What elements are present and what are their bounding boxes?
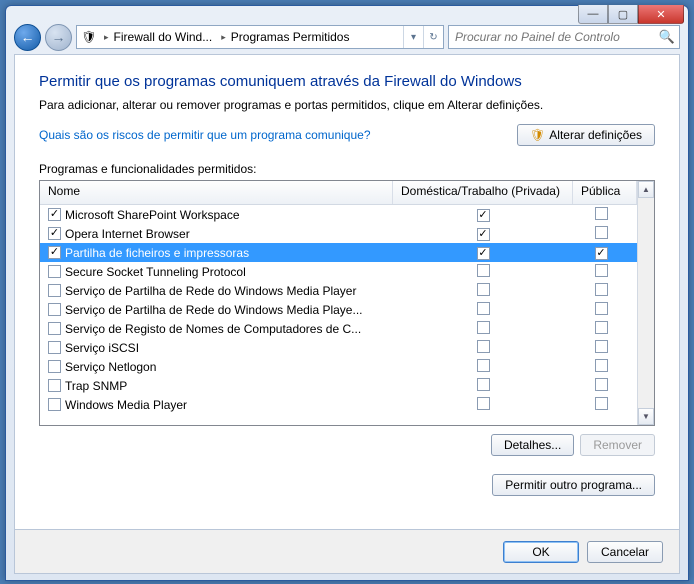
firewall-window: — ▢ ✕ ← → 🛡 ▸ Firewall do Wind... ▸ Prog… bbox=[5, 5, 689, 581]
checkbox[interactable] bbox=[48, 265, 61, 278]
table-row[interactable]: ✓ Opera Internet Browser ✓ bbox=[40, 224, 637, 243]
checkbox[interactable] bbox=[48, 322, 61, 335]
program-name: Serviço Netlogon bbox=[65, 360, 156, 374]
shield-icon: 🛡 bbox=[530, 128, 545, 142]
checkbox[interactable] bbox=[477, 321, 490, 334]
checkbox[interactable] bbox=[48, 398, 61, 411]
change-settings-button[interactable]: 🛡 Alterar definições bbox=[517, 124, 655, 146]
grid-header: Nome Doméstica/Trabalho (Privada) Públic… bbox=[40, 181, 637, 205]
checkbox[interactable] bbox=[48, 341, 61, 354]
search-box[interactable]: 🔍 bbox=[448, 25, 680, 49]
checkbox[interactable] bbox=[477, 264, 490, 277]
content-pane: Permitir que os programas comuniquem atr… bbox=[14, 54, 680, 530]
checkbox[interactable] bbox=[595, 340, 608, 353]
table-row[interactable]: Secure Socket Tunneling Protocol bbox=[40, 262, 637, 281]
program-name: Serviço de Partilha de Rede do Windows M… bbox=[65, 284, 356, 298]
address-bar[interactable]: 🛡 ▸ Firewall do Wind... ▸ Programas Perm… bbox=[76, 25, 444, 49]
checkbox[interactable] bbox=[595, 264, 608, 277]
table-row[interactable]: Windows Media Player bbox=[40, 395, 637, 414]
program-name: Windows Media Player bbox=[65, 398, 187, 412]
grid-body: ✓ Microsoft SharePoint Workspace ✓ ✓ Opera I… bbox=[40, 205, 637, 425]
table-row[interactable]: Serviço de Registo de Nomes de Computado… bbox=[40, 319, 637, 338]
minimize-button[interactable]: — bbox=[578, 5, 608, 24]
checkbox[interactable] bbox=[595, 283, 608, 296]
table-row[interactable]: Serviço iSCSI bbox=[40, 338, 637, 357]
checkbox[interactable]: ✓ bbox=[477, 228, 490, 241]
checkbox[interactable] bbox=[48, 303, 61, 316]
checkbox[interactable]: ✓ bbox=[48, 227, 61, 240]
cancel-button[interactable]: Cancelar bbox=[587, 541, 663, 563]
scrollbar[interactable]: ▲ ▼ bbox=[637, 181, 654, 425]
checkbox[interactable] bbox=[595, 226, 608, 239]
col-private[interactable]: Doméstica/Trabalho (Privada) bbox=[393, 181, 573, 204]
checkbox[interactable] bbox=[477, 283, 490, 296]
checkbox[interactable] bbox=[48, 360, 61, 373]
checkbox[interactable] bbox=[595, 359, 608, 372]
program-name: Trap SNMP bbox=[65, 379, 127, 393]
table-row[interactable]: Serviço de Partilha de Rede do Windows M… bbox=[40, 281, 637, 300]
program-name: Secure Socket Tunneling Protocol bbox=[65, 265, 246, 279]
col-public[interactable]: Pública bbox=[573, 181, 637, 204]
breadcrumb-chevron-icon[interactable]: ▸ bbox=[218, 32, 229, 43]
program-name: Microsoft SharePoint Workspace bbox=[65, 208, 240, 222]
checkbox[interactable] bbox=[595, 378, 608, 391]
details-button[interactable]: Detalhes... bbox=[491, 434, 574, 456]
table-row[interactable]: ✓ Partilha de ficheiros e impressoras ✓ ✓ bbox=[40, 243, 637, 262]
checkbox[interactable] bbox=[595, 302, 608, 315]
search-input[interactable] bbox=[453, 29, 659, 45]
remove-button: Remover bbox=[580, 434, 655, 456]
checkbox[interactable] bbox=[595, 397, 608, 410]
checkbox[interactable] bbox=[477, 302, 490, 315]
program-name: Serviço de Partilha de Rede do Windows M… bbox=[65, 303, 363, 317]
program-name: Serviço iSCSI bbox=[65, 341, 139, 355]
change-settings-label: Alterar definições bbox=[549, 128, 642, 142]
page-title: Permitir que os programas comuniquem atr… bbox=[39, 73, 655, 90]
scroll-track[interactable] bbox=[638, 198, 654, 408]
close-button[interactable]: ✕ bbox=[638, 5, 684, 24]
checkbox[interactable] bbox=[595, 321, 608, 334]
program-name: Serviço de Registo de Nomes de Computado… bbox=[65, 322, 361, 336]
page-subheading: Para adicionar, alterar ou remover progr… bbox=[39, 98, 655, 112]
ok-button[interactable]: OK bbox=[503, 541, 579, 563]
programs-grid: Nome Doméstica/Trabalho (Privada) Públic… bbox=[39, 180, 655, 426]
checkbox[interactable] bbox=[48, 284, 61, 297]
breadcrumb-seg-1[interactable]: Firewall do Wind... bbox=[112, 26, 219, 48]
breadcrumb-seg-2[interactable]: Programas Permitidos bbox=[229, 26, 356, 48]
checkbox[interactable]: ✓ bbox=[595, 247, 608, 260]
col-name[interactable]: Nome bbox=[40, 181, 393, 204]
program-name: Partilha de ficheiros e impressoras bbox=[65, 246, 249, 260]
search-icon[interactable]: 🔍 bbox=[659, 29, 675, 45]
forward-button[interactable]: → bbox=[45, 24, 72, 51]
address-dropdown-button[interactable]: ▾ bbox=[403, 26, 423, 48]
back-button[interactable]: ← bbox=[14, 24, 41, 51]
scroll-up-button[interactable]: ▲ bbox=[638, 181, 654, 198]
checkbox[interactable]: ✓ bbox=[48, 208, 61, 221]
navigation-bar: ← → 🛡 ▸ Firewall do Wind... ▸ Programas … bbox=[6, 20, 688, 54]
dialog-buttons: OK Cancelar bbox=[14, 530, 680, 574]
table-row[interactable]: ✓ Microsoft SharePoint Workspace ✓ bbox=[40, 205, 637, 224]
table-row[interactable]: Serviço Netlogon bbox=[40, 357, 637, 376]
table-row[interactable]: Serviço de Partilha de Rede do Windows M… bbox=[40, 300, 637, 319]
risk-link[interactable]: Quais são os riscos de permitir que um p… bbox=[39, 128, 371, 142]
firewall-icon: 🛡 bbox=[80, 30, 98, 44]
title-bar[interactable]: — ▢ ✕ bbox=[6, 6, 688, 20]
checkbox[interactable] bbox=[48, 379, 61, 392]
checkbox[interactable]: ✓ bbox=[477, 247, 490, 260]
checkbox[interactable] bbox=[477, 397, 490, 410]
program-name: Opera Internet Browser bbox=[65, 227, 190, 241]
table-row[interactable]: Trap SNMP bbox=[40, 376, 637, 395]
checkbox[interactable] bbox=[595, 207, 608, 220]
maximize-button[interactable]: ▢ bbox=[608, 5, 638, 24]
refresh-button[interactable]: ↻ bbox=[423, 26, 443, 48]
checkbox[interactable] bbox=[477, 359, 490, 372]
breadcrumb-chevron-icon[interactable]: ▸ bbox=[101, 32, 112, 43]
checkbox[interactable] bbox=[477, 378, 490, 391]
allow-other-program-button[interactable]: Permitir outro programa... bbox=[492, 474, 655, 496]
scroll-down-button[interactable]: ▼ bbox=[638, 408, 654, 425]
checkbox[interactable]: ✓ bbox=[477, 209, 490, 222]
checkbox[interactable]: ✓ bbox=[48, 246, 61, 259]
group-label: Programas e funcionalidades permitidos: bbox=[39, 162, 655, 176]
checkbox[interactable] bbox=[477, 340, 490, 353]
